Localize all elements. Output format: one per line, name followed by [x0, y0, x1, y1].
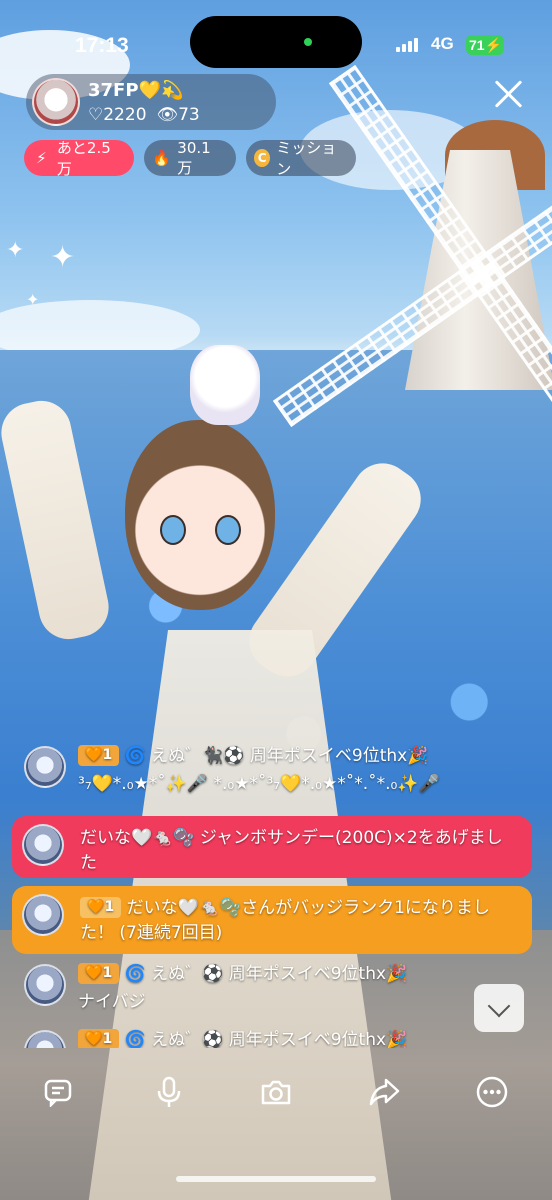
commenter-avatar[interactable] [22, 894, 64, 936]
host-name: 37FP💛💫 [88, 80, 184, 101]
camera-icon[interactable] [254, 1070, 298, 1114]
home-indicator[interactable] [176, 1176, 376, 1182]
fan-badge: 🧡1 [78, 1029, 120, 1048]
mission-chip[interactable]: C ミッション [246, 139, 356, 178]
dynamic-island [190, 16, 362, 68]
avatar-eye [160, 515, 186, 545]
close-button[interactable] [490, 76, 526, 112]
commenter-avatar[interactable] [24, 964, 66, 1006]
host-stats: ♡2220 👁73 [88, 105, 200, 125]
fan-badge: 🧡1 [80, 897, 122, 918]
chat-text: 🌀 えぬ゛⚽ 周年ポスイベ9位thx🎉 [124, 1030, 408, 1048]
chat-text: 🌀 えぬ゛⚽ 周年ポスイベ9位thx🎉 [124, 964, 408, 984]
badge-rank-text: だいな🤍🐁🫧さんがバッジランク1になりました！ (7連続7回目) [80, 898, 490, 943]
gift-text: だいな🤍🐁🫧 ジャンボサンデー(200C)×2をあげました [80, 828, 503, 873]
gift-message[interactable]: だいな🤍🐁🫧 ジャンボサンデー(200C)×2をあげました [12, 816, 532, 878]
fan-badge: 🧡1 [78, 745, 120, 766]
viewer-count: 👁73 [156, 105, 200, 125]
microphone-icon[interactable] [147, 1070, 191, 1114]
coin-icon: C [254, 149, 271, 167]
network-type: 4G [431, 34, 454, 53]
chat-text: 🌀 えぬ゛🐈‍⬛⚽ 周年ポスイベ9位thx🎉 [124, 746, 429, 766]
more-icon[interactable] [470, 1070, 514, 1114]
host-info-pill[interactable]: 37FP💛💫 ♡2220 👁73 [26, 74, 276, 130]
sparkle-icon: ✦ [50, 240, 76, 275]
sparkle-icon: ✦ [26, 290, 40, 309]
stream-video-background: ✦ ✦ ✦ [0, 0, 552, 1200]
lightning-icon: ⚡ [36, 149, 47, 167]
avatar-eye [215, 515, 241, 545]
badge-rank-message[interactable]: 🧡1 だいな🤍🐁🫧さんがバッジランク1になりました！ (7連続7回目) [12, 886, 532, 954]
bunny-plush [190, 345, 260, 425]
fan-badge: 🧡1 [78, 963, 120, 984]
chat-text-continuation: ナイバジ [78, 992, 146, 1012]
scroll-to-latest-button[interactable] [474, 984, 524, 1032]
ranking-chip[interactable]: ⚡ あと2.5万 [24, 139, 134, 178]
chat-message[interactable]: 🧡1 🌀 えぬ゛⚽ 周年ポスイベ9位thx🎉 [20, 1026, 530, 1048]
camera-indicator-icon [304, 38, 312, 46]
share-icon[interactable] [362, 1070, 406, 1114]
host-avatar[interactable] [32, 78, 80, 126]
sparkle-icon: ✦ [6, 238, 25, 263]
battery-level: 71⚡ [466, 35, 504, 55]
signal-icon [396, 38, 418, 52]
commenter-avatar[interactable] [22, 824, 64, 866]
vtuber-avatar-head [125, 420, 275, 610]
status-time: 17:13 [75, 34, 129, 57]
chat-text-continuation: ³₇💛*.₀★*˚✨🎤 *.₀★*˚³₇💛*.₀★*˚*.˚*.₀✨🎤 [78, 774, 440, 794]
like-count: ♡2220 [88, 105, 147, 125]
points-chip[interactable]: 🔥 30.1万 [144, 139, 236, 177]
commenter-avatar[interactable] [24, 1030, 66, 1048]
flame-icon: 🔥 [152, 149, 171, 167]
commenter-avatar[interactable] [24, 746, 66, 788]
chat-icon[interactable] [36, 1070, 80, 1114]
